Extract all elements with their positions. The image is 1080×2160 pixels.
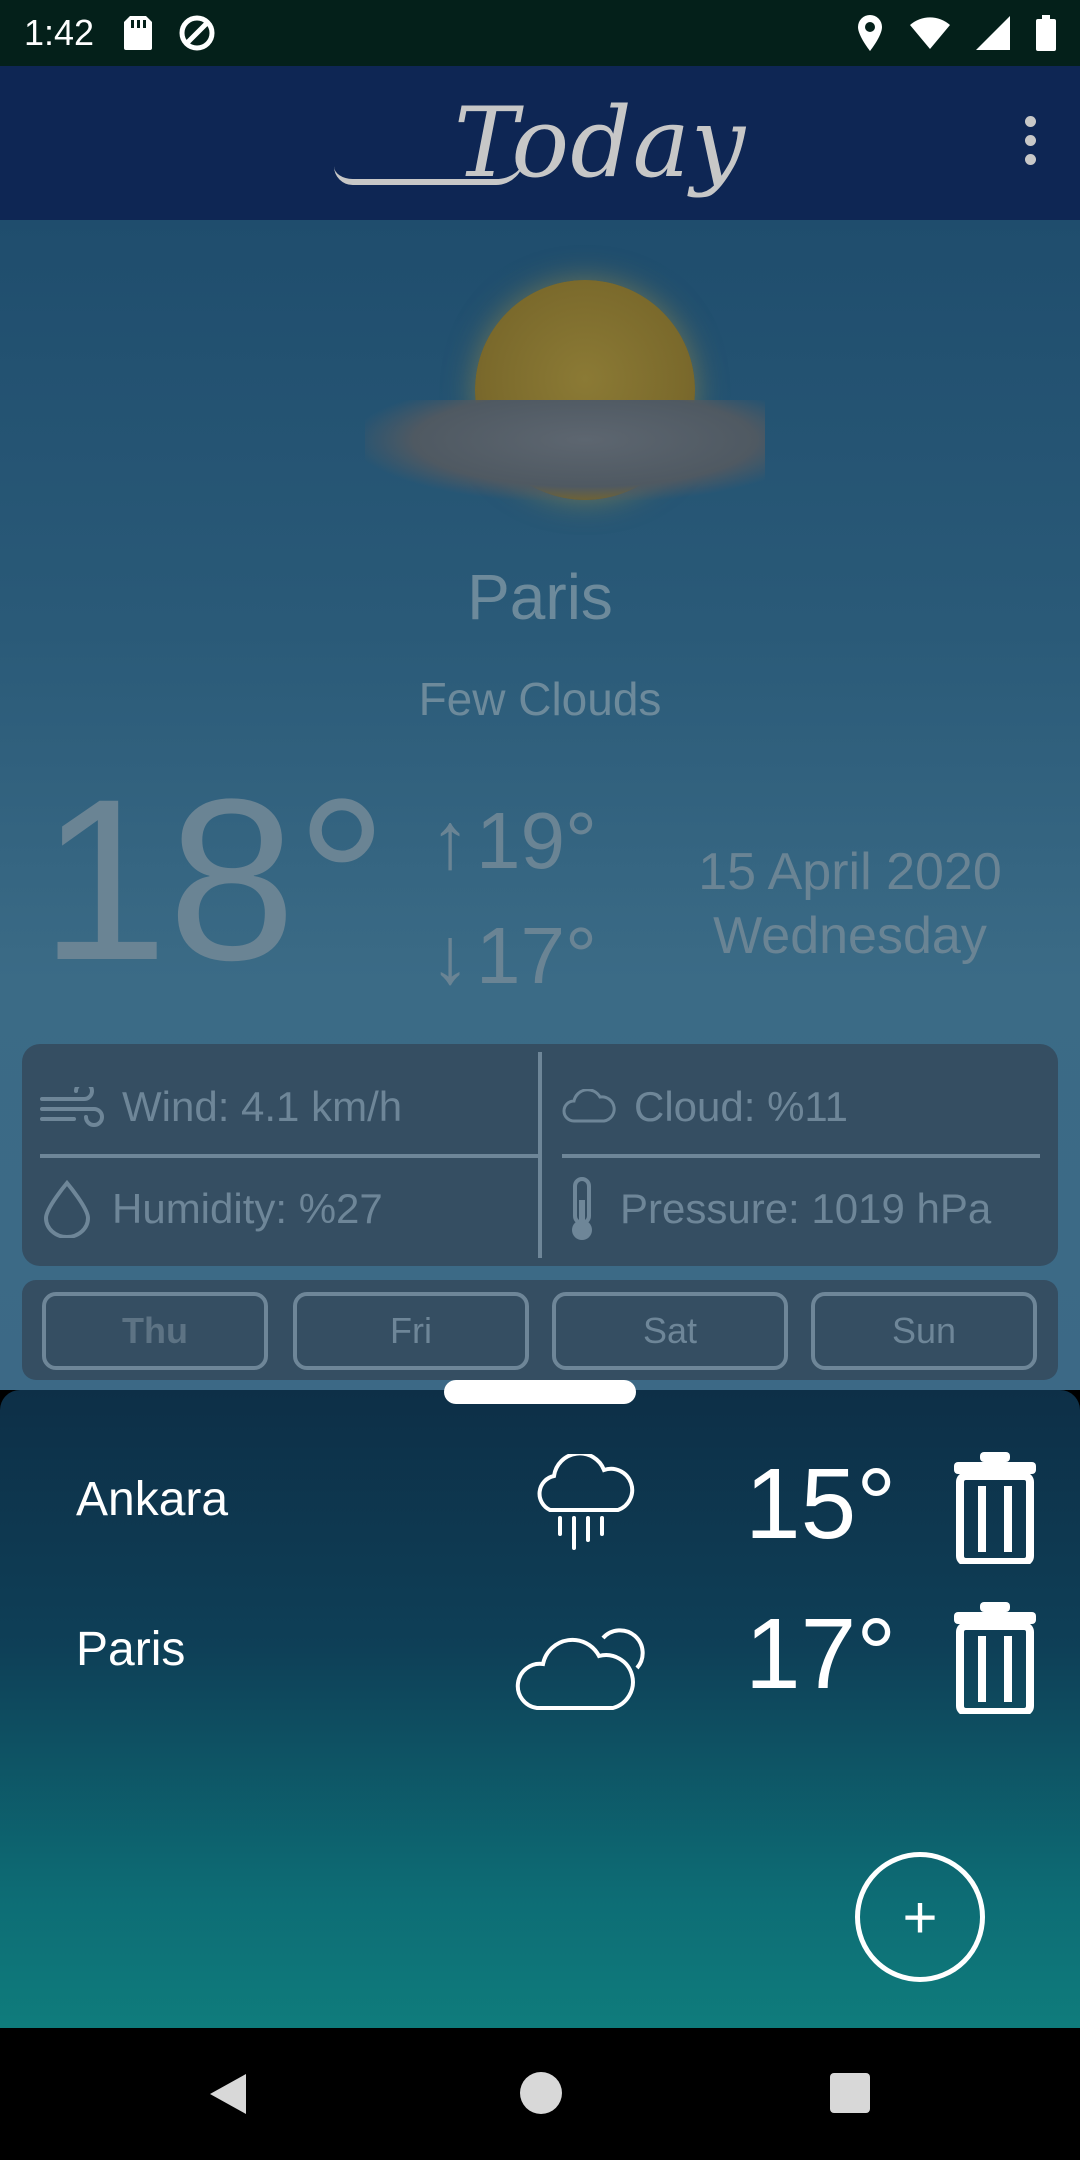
sheet-drag-handle[interactable] xyxy=(444,1380,636,1404)
sd-card-icon xyxy=(124,16,153,50)
water-drop-icon xyxy=(43,1180,91,1238)
battery-icon xyxy=(1036,15,1056,51)
location-icon xyxy=(858,15,882,51)
current-city: Paris xyxy=(467,561,613,633)
trash-icon[interactable] xyxy=(950,1450,1040,1564)
current-date: 15 April 2020 Wednesday xyxy=(685,840,1015,968)
day-tab-thu[interactable]: Thu xyxy=(42,1292,268,1370)
date-text: 15 April 2020 xyxy=(698,843,1002,901)
humidity-text: Humidity: %27 xyxy=(112,1185,383,1232)
arrow-up-icon: ↑ xyxy=(430,796,470,885)
cloud-icon xyxy=(365,400,765,500)
saved-cities-sheet: Ankara 15° Paris 17° + xyxy=(0,1380,1080,2028)
city-row-paris[interactable]: Paris 17° xyxy=(0,1594,1080,1714)
current-temperature: 18° xyxy=(40,751,388,1008)
wind-icon xyxy=(40,1087,104,1127)
wifi-icon xyxy=(910,17,950,49)
pressure-text: Pressure: 1019 hPa xyxy=(620,1185,992,1232)
pressure-detail: Pressure: 1019 hPa xyxy=(562,1164,991,1254)
signal-icon xyxy=(976,16,1010,50)
wind-text: Wind: 4.1 km/h xyxy=(122,1083,403,1130)
low-temp-value: 17° xyxy=(476,911,597,1000)
arrow-down-icon: ↓ xyxy=(430,911,470,1000)
cloudy-sun-icon xyxy=(515,1628,645,1710)
sync-icon xyxy=(179,15,215,51)
overflow-menu-button[interactable] xyxy=(1020,116,1040,170)
city-temp: 15° xyxy=(745,1448,897,1560)
trash-icon[interactable] xyxy=(950,1600,1040,1714)
city-name: Paris xyxy=(76,1623,186,1676)
recents-icon[interactable] xyxy=(830,2073,870,2113)
low-temp: ↓ 17° xyxy=(430,910,597,1002)
app-bar: Today xyxy=(0,66,1080,220)
back-icon[interactable] xyxy=(206,2070,250,2118)
add-city-button[interactable]: + xyxy=(855,1852,985,1982)
day-tab-fri[interactable]: Fri xyxy=(293,1292,529,1370)
system-nav-bar xyxy=(0,2028,1080,2160)
thermometer-icon xyxy=(572,1177,592,1240)
current-weather-panel: Paris Few Clouds 18° ↑ 19° ↓ 17° 15 Apri… xyxy=(0,220,1080,1390)
day-selector: Thu Fri Sat Sun xyxy=(22,1280,1058,1380)
cloud-detail: Cloud: %11 xyxy=(562,1062,848,1152)
high-temp-value: 19° xyxy=(476,796,597,885)
day-tab-sat[interactable]: Sat xyxy=(552,1292,788,1370)
weather-details-card: Wind: 4.1 km/h Cloud: %11 Humidity: %27 … xyxy=(22,1044,1058,1266)
weekday-text: Wednesday xyxy=(713,907,987,965)
humidity-detail: Humidity: %27 xyxy=(40,1164,383,1254)
home-icon[interactable] xyxy=(520,2072,562,2114)
cloud-text: Cloud: %11 xyxy=(634,1083,849,1130)
wind-detail: Wind: 4.1 km/h xyxy=(40,1062,402,1152)
status-time: 1:42 xyxy=(24,12,95,53)
city-name: Ankara xyxy=(76,1473,229,1526)
weather-condition: Few Clouds xyxy=(418,673,662,725)
day-tab-sun[interactable]: Sun xyxy=(811,1292,1037,1370)
cloud-outline-icon xyxy=(562,1089,616,1123)
rain-cloud-icon xyxy=(537,1454,635,1550)
high-temp: ↑ 19° xyxy=(430,795,597,887)
weather-hero-icon xyxy=(365,280,765,540)
status-bar: 1:42 xyxy=(0,0,1080,66)
app-logo: Today xyxy=(333,87,746,199)
city-temp: 17° xyxy=(745,1598,897,1710)
city-row-ankara[interactable]: Ankara 15° xyxy=(0,1444,1080,1564)
